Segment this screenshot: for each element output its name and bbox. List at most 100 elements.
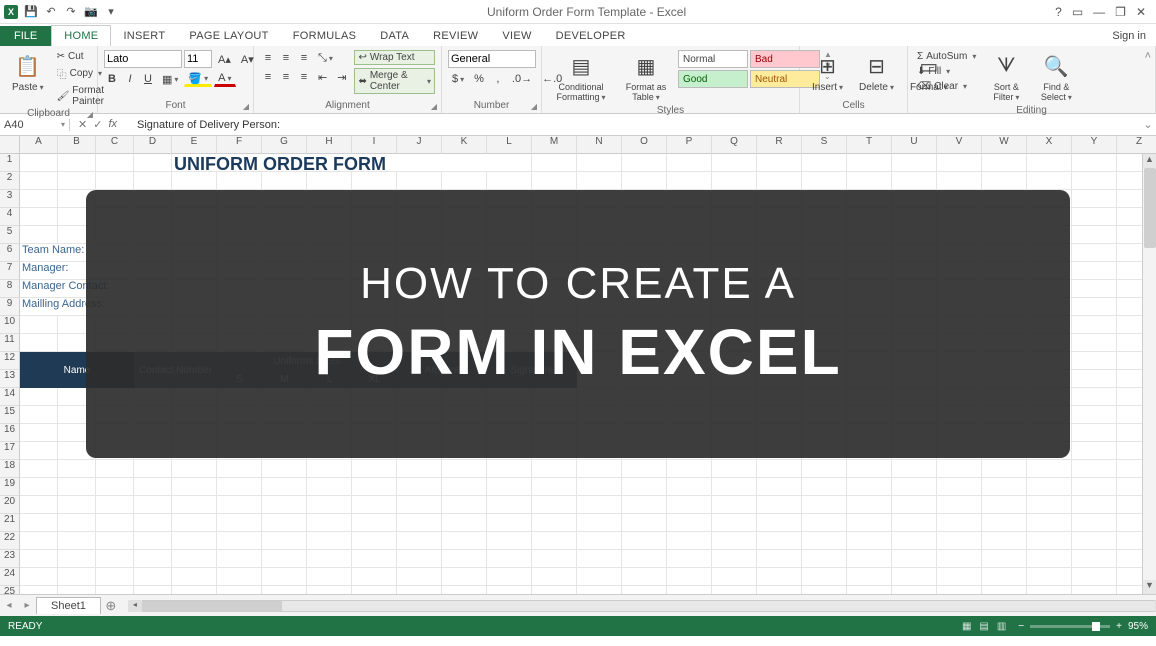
cell[interactable] bbox=[58, 514, 96, 532]
cell[interactable] bbox=[532, 532, 577, 550]
cell[interactable] bbox=[577, 550, 622, 568]
cell[interactable] bbox=[622, 532, 667, 550]
cell[interactable] bbox=[712, 532, 757, 550]
row-header[interactable]: 5 bbox=[0, 226, 20, 244]
cell[interactable] bbox=[577, 532, 622, 550]
column-header[interactable]: N bbox=[577, 136, 622, 154]
cell[interactable] bbox=[802, 586, 847, 594]
cell[interactable] bbox=[847, 154, 892, 172]
tab-home[interactable]: HOME bbox=[51, 25, 111, 46]
cell[interactable] bbox=[487, 172, 532, 190]
align-center-icon[interactable]: ≡ bbox=[278, 69, 294, 85]
cell[interactable] bbox=[58, 568, 96, 586]
cell[interactable] bbox=[757, 478, 802, 496]
cell[interactable] bbox=[172, 460, 217, 478]
cell[interactable] bbox=[802, 550, 847, 568]
cell[interactable] bbox=[352, 568, 397, 586]
cell[interactable] bbox=[1072, 172, 1117, 190]
row-header[interactable]: 1 bbox=[0, 154, 20, 172]
cell[interactable] bbox=[667, 154, 712, 172]
row-header[interactable]: 3 bbox=[0, 190, 20, 208]
cell[interactable] bbox=[352, 514, 397, 532]
cell[interactable] bbox=[757, 460, 802, 478]
column-header[interactable]: Z bbox=[1117, 136, 1156, 154]
cell[interactable] bbox=[1027, 154, 1072, 172]
cell[interactable] bbox=[442, 532, 487, 550]
cell[interactable] bbox=[217, 478, 262, 496]
cell[interactable] bbox=[982, 172, 1027, 190]
cell[interactable] bbox=[1072, 262, 1117, 280]
tab-page-layout[interactable]: PAGE LAYOUT bbox=[177, 26, 280, 46]
column-header[interactable]: R bbox=[757, 136, 802, 154]
cell[interactable] bbox=[757, 172, 802, 190]
column-header[interactable]: T bbox=[847, 136, 892, 154]
cell[interactable] bbox=[982, 496, 1027, 514]
cell[interactable] bbox=[892, 568, 937, 586]
clipboard-launcher-icon[interactable]: ◢ bbox=[87, 110, 93, 119]
increase-indent-icon[interactable]: ⇥ bbox=[333, 69, 350, 85]
cell[interactable] bbox=[20, 460, 58, 478]
zoom-out-icon[interactable]: − bbox=[1018, 621, 1024, 632]
view-page-break-icon[interactable]: ▥ bbox=[997, 621, 1006, 632]
cell[interactable] bbox=[262, 514, 307, 532]
cell[interactable] bbox=[712, 154, 757, 172]
cell[interactable] bbox=[757, 586, 802, 594]
cell[interactable] bbox=[487, 550, 532, 568]
cell[interactable] bbox=[937, 460, 982, 478]
cell[interactable] bbox=[172, 496, 217, 514]
border-button[interactable]: ▦ bbox=[158, 71, 182, 87]
cell[interactable] bbox=[622, 550, 667, 568]
row-header[interactable]: 9 bbox=[0, 298, 20, 316]
tab-formulas[interactable]: FORMULAS bbox=[281, 26, 369, 46]
cell[interactable] bbox=[577, 496, 622, 514]
cell[interactable] bbox=[487, 586, 532, 594]
horizontal-scrollbar[interactable]: ◂ ▸ bbox=[141, 600, 1156, 612]
cell[interactable] bbox=[20, 478, 58, 496]
insert-cells-button[interactable]: ⊞Insert bbox=[806, 50, 849, 95]
cell[interactable] bbox=[397, 172, 442, 190]
conditional-formatting-button[interactable]: ▤Conditional Formatting bbox=[548, 50, 614, 105]
cell[interactable] bbox=[352, 460, 397, 478]
cell[interactable] bbox=[937, 550, 982, 568]
cell[interactable] bbox=[847, 532, 892, 550]
row-header[interactable]: 2 bbox=[0, 172, 20, 190]
cell[interactable] bbox=[96, 460, 134, 478]
cell[interactable] bbox=[982, 154, 1027, 172]
clear-button[interactable]: ⌫Clear bbox=[914, 80, 979, 93]
cell[interactable] bbox=[712, 568, 757, 586]
format-as-table-button[interactable]: ▦Format as Table bbox=[618, 50, 674, 105]
cell[interactable] bbox=[397, 532, 442, 550]
column-header[interactable]: P bbox=[667, 136, 712, 154]
cell[interactable] bbox=[892, 172, 937, 190]
cell[interactable] bbox=[532, 550, 577, 568]
cell[interactable] bbox=[577, 154, 622, 172]
cell[interactable] bbox=[172, 532, 217, 550]
row-header[interactable]: 22 bbox=[0, 532, 20, 550]
font-size-input[interactable] bbox=[184, 50, 212, 68]
cell[interactable] bbox=[757, 532, 802, 550]
cell[interactable] bbox=[262, 460, 307, 478]
cell[interactable] bbox=[217, 532, 262, 550]
cell[interactable] bbox=[172, 172, 217, 190]
cell[interactable] bbox=[1072, 532, 1117, 550]
scroll-thumb[interactable] bbox=[1144, 168, 1156, 248]
cell[interactable] bbox=[532, 514, 577, 532]
tab-file[interactable]: FILE bbox=[0, 26, 51, 46]
cell[interactable] bbox=[397, 568, 442, 586]
cell[interactable] bbox=[134, 568, 172, 586]
cell[interactable] bbox=[982, 478, 1027, 496]
delete-cells-button[interactable]: ⊟Delete bbox=[853, 50, 900, 95]
cell[interactable] bbox=[134, 514, 172, 532]
cell[interactable] bbox=[577, 478, 622, 496]
cell[interactable] bbox=[20, 568, 58, 586]
cell[interactable] bbox=[532, 154, 577, 172]
cell[interactable] bbox=[397, 550, 442, 568]
cell[interactable] bbox=[58, 550, 96, 568]
cell[interactable] bbox=[982, 532, 1027, 550]
cell[interactable] bbox=[667, 586, 712, 594]
cell[interactable] bbox=[667, 568, 712, 586]
column-header[interactable]: W bbox=[982, 136, 1027, 154]
cell[interactable] bbox=[937, 586, 982, 594]
cell[interactable] bbox=[352, 172, 397, 190]
zoom-slider[interactable] bbox=[1030, 625, 1110, 628]
